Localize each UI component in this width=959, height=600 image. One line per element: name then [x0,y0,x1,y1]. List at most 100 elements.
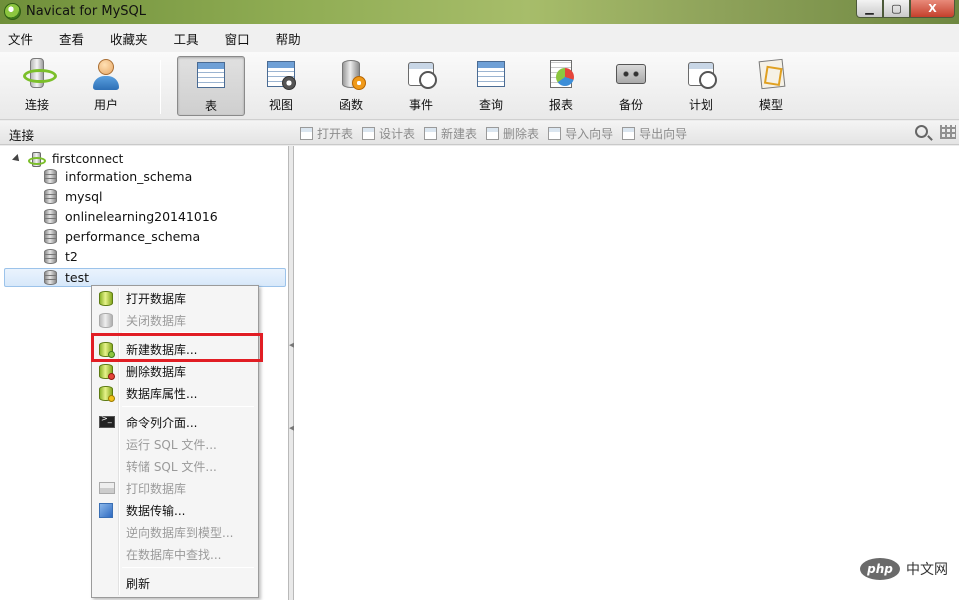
database-name: performance_schema [65,229,201,244]
menu-file[interactable]: 文件 [8,29,33,48]
database-icon [44,189,57,204]
database-open-icon [99,291,113,306]
user-icon [89,58,123,90]
tree-database-node[interactable]: t2 [4,247,286,266]
open-table-label: 打开表 [317,127,354,141]
toolbar-connection-button[interactable]: 连接 [3,56,71,116]
expand-arrow-icon[interactable] [12,154,22,164]
menu-favorites[interactable]: 收藏夹 [110,29,148,48]
tree-database-node[interactable]: information_schema [4,167,286,186]
import-wizard-label: 导入向导 [565,127,614,141]
toolbar-label: 用户 [93,98,118,112]
close-button[interactable]: X [910,0,955,18]
toolbar-label: 函数 [338,98,363,112]
new-table-button[interactable]: 新建表 [424,125,477,142]
window-controls: ▁ ▢ X [856,0,955,19]
close-icon: X [928,2,937,15]
splitter-grip-icon: ◀ [289,424,295,432]
annotation-highlight-box [91,333,263,362]
title-bar: Navicat for MySQL ▁ ▢ X [0,0,959,24]
php-logo: php [860,558,900,580]
design-table-button[interactable]: 设计表 [362,125,415,142]
toolbar-label: 模型 [758,98,783,112]
search-icon[interactable] [915,125,928,138]
menu-item-label: 数据传输... [126,503,186,518]
toolbar-model-button[interactable]: 模型 [737,56,805,116]
menu-item-database-properties[interactable]: 数据库属性... [95,383,255,403]
toolbar-label: 查询 [478,98,503,112]
menu-help[interactable]: 帮助 [276,29,301,48]
database-icon [44,229,57,244]
import-wizard-icon [548,127,562,140]
open-table-icon [300,127,313,140]
database-icon [44,169,57,184]
menu-item-command-line[interactable]: 命令列介面... [95,412,255,432]
menu-item-open-database[interactable]: 打开数据库 [95,288,255,308]
menu-item-label: 打开数据库 [126,291,187,306]
toolbar-query-button[interactable]: 查询 [457,56,525,116]
menu-item-reverse-to-model: 逆向数据库到模型... [95,522,255,542]
main-toolbar: 连接 用户 表 视图 函数 事件 查询 报表 备份 计划 模型 [0,52,959,120]
object-toolbar-bar: 连接 打开表 设计表 新建表 删除表 导入向导 导出向导 [0,121,959,145]
delete-table-label: 删除表 [503,127,540,141]
object-list-pane[interactable] [294,146,959,600]
toolbar-user-button[interactable]: 用户 [72,56,140,116]
menu-separator [122,567,254,568]
event-icon [404,58,438,90]
watermark-text: 中文网 [906,562,948,578]
database-name: mysql [65,189,103,204]
minimize-button[interactable]: ▁ [856,0,883,18]
connection-name: firstconnect [52,152,124,166]
database-context-menu: 打开数据库 关闭数据库 新建数据库... 删除数据库 数据库属性... 命令列介… [91,285,259,598]
menu-item-delete-database[interactable]: 删除数据库 [95,361,255,381]
toolbar-table-button[interactable]: 表 [177,56,245,116]
menu-view[interactable]: 查看 [59,29,84,48]
toolbar-schedule-button[interactable]: 计划 [667,56,735,116]
minimize-icon: ▁ [865,2,874,15]
toolbar-label: 报表 [548,98,573,112]
database-name: test [65,270,90,285]
grid-view-icon[interactable] [940,125,956,139]
menu-item-label: 刷新 [126,576,151,591]
backup-icon [614,58,648,90]
php-watermark: php 中文网 [860,558,948,580]
toolbar-backup-button[interactable]: 备份 [597,56,665,116]
maximize-button[interactable]: ▢ [883,0,910,18]
menu-item-refresh[interactable]: 刷新 [95,573,255,593]
table-icon [194,59,228,91]
view-icon [264,58,298,90]
delete-table-icon [486,127,500,140]
tree-connection-node[interactable]: firstconnect [12,151,124,167]
toolbar-view-button[interactable]: 视图 [247,56,315,116]
tree-database-node[interactable]: onlinelearning20141016 [4,207,286,226]
model-icon [754,58,788,90]
tree-database-node[interactable]: mysql [4,187,286,206]
menu-item-data-transfer[interactable]: 数据传输... [95,500,255,520]
toolbar-label: 连接 [24,98,49,112]
toolbar-function-button[interactable]: 函数 [317,56,385,116]
menu-window[interactable]: 窗口 [225,29,250,48]
toolbar-label: 视图 [268,98,293,112]
navicat-app-icon [4,3,21,20]
menu-item-label: 在数据库中查找... [126,547,222,562]
open-table-button[interactable]: 打开表 [300,125,353,142]
tree-database-node[interactable]: performance_schema [4,227,286,246]
function-icon [334,58,368,90]
design-table-icon [362,127,376,140]
delete-table-button[interactable]: 删除表 [486,125,539,142]
database-name: onlinelearning20141016 [65,209,218,224]
toolbar-label: 事件 [408,98,433,112]
export-wizard-button[interactable]: 导出向导 [622,125,687,142]
menu-tools[interactable]: 工具 [174,29,199,48]
database-name: t2 [65,249,78,264]
maximize-icon: ▢ [891,2,902,15]
new-table-label: 新建表 [441,127,478,141]
toolbar-event-button[interactable]: 事件 [387,56,455,116]
export-wizard-label: 导出向导 [639,127,688,141]
toolbar-label: 表 [204,99,217,113]
toolbar-report-button[interactable]: 报表 [527,56,595,116]
connection-pane-label: 连接 [9,128,35,143]
connection-icon [20,58,57,90]
import-wizard-button[interactable]: 导入向导 [548,125,613,142]
design-table-label: 设计表 [379,127,416,141]
